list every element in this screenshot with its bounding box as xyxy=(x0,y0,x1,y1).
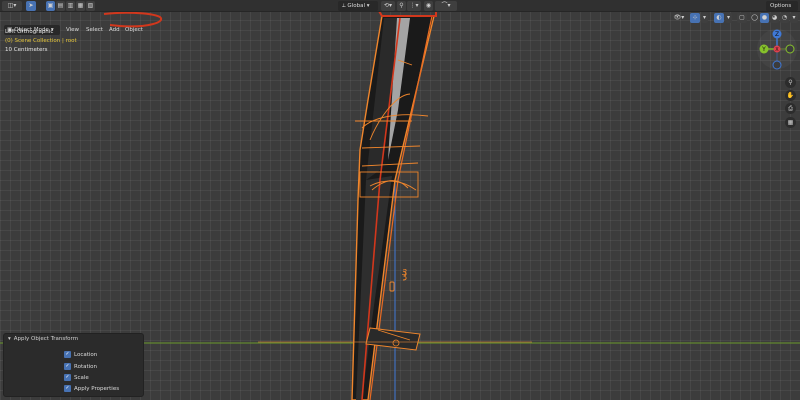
select-intersect-icon[interactable]: ▧ xyxy=(86,1,95,11)
view-name: Left Orthographic xyxy=(5,29,54,35)
collection-line: (0) Scene Collection | root xyxy=(5,38,77,44)
camera-icon[interactable]: ⎙ xyxy=(785,103,796,114)
viewport-header: ◫▾ ➤ ▣ ▤ ▥ ▦ ▧ ⟂ Global ▾ ⟲▾ ⚲ ⋮▾ ◉ ⌒▾ O… xyxy=(0,0,800,19)
gizmo-options-icon[interactable]: ▾ xyxy=(701,13,708,23)
pivot-point-icon[interactable]: ⟲▾ xyxy=(381,1,395,11)
solid-shading-icon[interactable]: ● xyxy=(760,13,769,23)
navigation-gizmo[interactable]: Z Y X xyxy=(754,27,800,73)
apply-properties-option[interactable]: ✓ Apply Properties xyxy=(64,384,119,393)
location-checkbox[interactable]: ✓ xyxy=(64,351,71,358)
grid-view-icon[interactable]: ▦ xyxy=(785,117,796,128)
visibility-icon[interactable]: 👁▾ xyxy=(672,13,686,23)
rotation-checkbox[interactable]: ✓ xyxy=(64,363,71,370)
wireframe-shading-icon[interactable]: ◯ xyxy=(750,13,759,23)
gizmo-y-label: Y xyxy=(761,46,766,53)
gizmo-z-label: Z xyxy=(775,31,779,38)
transform-orientation-dropdown[interactable]: ⟂ Global ▾ xyxy=(338,1,378,11)
overlay-toggle-icon[interactable]: ◐ xyxy=(714,13,724,23)
location-option[interactable]: ✓ Location xyxy=(64,350,97,359)
snap-target-icon[interactable]: ⋮▾ xyxy=(407,1,421,11)
location-label: Location xyxy=(74,351,98,358)
panel-header[interactable]: ▾ Apply Object Transform xyxy=(8,336,78,342)
scale-checkbox[interactable]: ✓ xyxy=(64,374,71,381)
apply-properties-checkbox[interactable]: ✓ xyxy=(64,385,71,392)
panel-title: Apply Object Transform xyxy=(13,336,79,342)
rotation-option[interactable]: ✓ Rotation xyxy=(64,362,97,371)
editor-type-icon[interactable]: ◫▾ xyxy=(2,1,22,11)
orientation-label: Global xyxy=(347,3,365,9)
viewport-subheader: ▣ Object Mode ▾ View Select Add Object 👁… xyxy=(0,12,800,35)
overlay-options-icon[interactable]: ▾ xyxy=(725,13,732,23)
apply-transform-panel[interactable]: ▾ Apply Object Transform ✓ Location ✓ Ro… xyxy=(3,333,144,397)
scale-label: Scale xyxy=(74,374,89,381)
options-dropdown[interactable]: Options ▾ xyxy=(766,1,798,19)
zoom-icon[interactable]: ⚲ xyxy=(785,77,796,88)
options-label: Options xyxy=(770,3,792,9)
proportional-editing-icon[interactable]: ◉ xyxy=(424,1,433,11)
select-extend-icon[interactable]: ▤ xyxy=(56,1,65,11)
select-new-icon[interactable]: ▣ xyxy=(46,1,55,11)
scale-line: 10 Centimeters xyxy=(5,47,48,53)
gizmo-x-label: X xyxy=(775,47,779,53)
shading-options-icon[interactable]: ▾ xyxy=(790,13,798,23)
apply-properties-label: Apply Properties xyxy=(74,385,120,392)
snap-icon[interactable]: ⚲ xyxy=(397,1,406,11)
select-subtract-icon[interactable]: ▥ xyxy=(66,1,75,11)
menu-add[interactable]: Add xyxy=(106,25,123,35)
scale-option[interactable]: ✓ Scale xyxy=(64,373,89,382)
rendered-shading-icon[interactable]: ◔ xyxy=(780,13,789,23)
menu-view[interactable]: View xyxy=(63,25,82,35)
gizmo-z-negative[interactable] xyxy=(772,60,782,70)
gizmo-y-negative[interactable] xyxy=(785,44,795,54)
xray-toggle-icon[interactable]: ▢ xyxy=(737,13,747,23)
select-tool-icon[interactable]: ➤ xyxy=(26,1,36,11)
proportional-falloff-icon[interactable]: ⌒▾ xyxy=(435,1,457,11)
pan-hand-icon[interactable]: ✋ xyxy=(785,90,796,101)
collapse-arrow-icon[interactable]: ▾ xyxy=(8,336,11,342)
select-invert-icon[interactable]: ▦ xyxy=(76,1,85,11)
menu-object[interactable]: Object xyxy=(122,25,146,35)
rotation-label: Rotation xyxy=(74,363,98,370)
gizmo-toggle-icon[interactable]: ⊹ xyxy=(690,13,700,23)
material-shading-icon[interactable]: ◕ xyxy=(770,13,779,23)
scene-annotation: 3 xyxy=(402,268,408,277)
menu-select[interactable]: Select xyxy=(83,25,106,35)
